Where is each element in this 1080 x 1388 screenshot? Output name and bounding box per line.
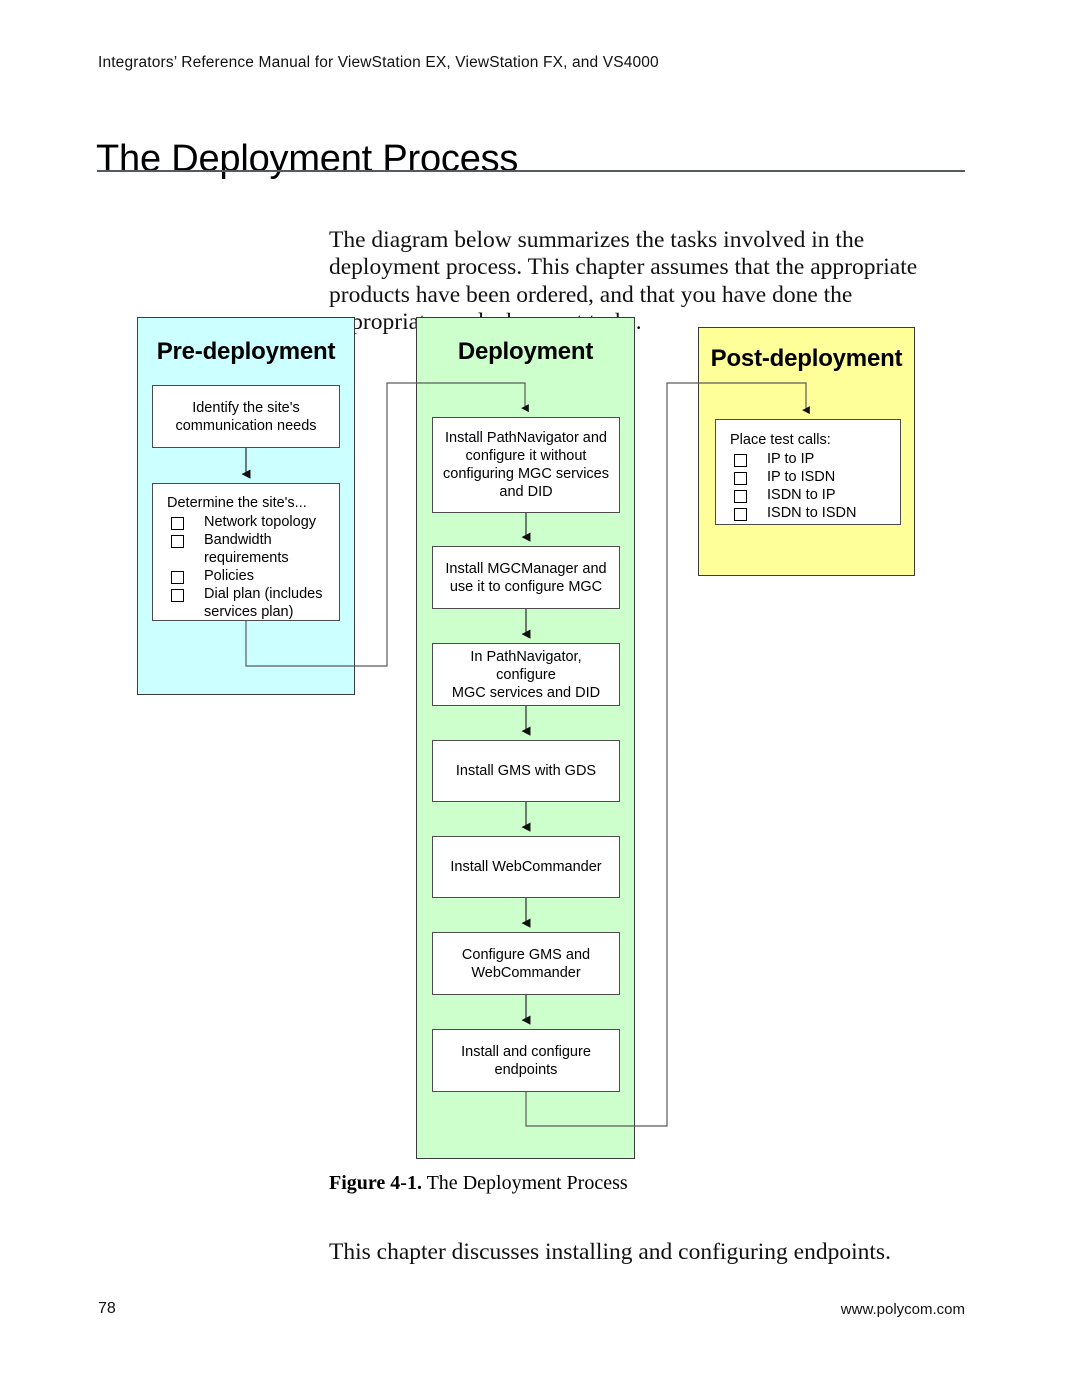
box-line: Install MGCManager and: [445, 560, 607, 577]
box-place-test-calls-heading: Place test calls:: [730, 432, 831, 448]
box-line: endpoints: [494, 1061, 558, 1078]
checkbox-icon: [171, 534, 184, 548]
checkbox-icon: [734, 471, 747, 485]
box-identify-needs-line2: communication needs: [175, 417, 317, 434]
box-line: Install and configure: [461, 1043, 591, 1060]
footer-page-number: 78: [98, 1300, 116, 1317]
box-line: WebCommander: [471, 964, 581, 981]
checklist-item: ISDN to ISDN: [730, 504, 890, 522]
checklist-item: Policies: [167, 567, 329, 585]
box-line: and DID: [499, 484, 553, 500]
box-determine-site: Determine the site's... Network topology…: [152, 483, 340, 621]
box-identify-needs-line1: Identify the site's: [192, 399, 300, 416]
closing-paragraph: This chapter discusses installing and co…: [329, 1238, 891, 1265]
checklist-item-label: IP to IP: [767, 451, 815, 467]
box-install-gms: Install GMS with GDS: [432, 740, 620, 802]
box-line: Configure GMS and: [461, 946, 591, 963]
box-configure-mgc-services: In PathNavigator, configure MGC services…: [432, 643, 620, 706]
box-install-endpoints: Install and configure endpoints: [432, 1029, 620, 1092]
checklist-item: IP to IP: [730, 450, 890, 468]
panel-post-deployment-title: Post-deployment: [710, 345, 903, 372]
box-identify-needs: Identify the site's communication needs: [152, 385, 340, 448]
checklist-item-label: Dial plan (includes services plan): [204, 586, 323, 620]
checkbox-icon: [171, 516, 184, 530]
box-determine-site-heading: Determine the site's...: [167, 495, 307, 511]
checkbox-icon: [171, 570, 184, 584]
figure-caption: Figure 4-1. The Deployment Process: [329, 1172, 628, 1195]
checklist-item: Network topology: [167, 513, 329, 531]
checkbox-icon: [734, 507, 747, 521]
box-line: use it to configure MGC: [449, 578, 603, 595]
panel-pre-deployment-title: Pre-deployment: [156, 338, 336, 365]
checklist-item-label: ISDN to IP: [767, 487, 836, 503]
checklist-item-label: ISDN to ISDN: [767, 505, 857, 521]
checkbox-icon: [734, 489, 747, 503]
checkbox-icon: [171, 588, 184, 602]
box-configure-gms-webcommander: Configure GMS and WebCommander: [432, 932, 620, 995]
checklist-item-label: IP to ISDN: [767, 469, 836, 485]
box-install-pathnavigator: Install PathNavigator and configure it w…: [432, 417, 620, 513]
panel-deployment-title: Deployment: [457, 338, 594, 365]
figure-caption-text: The Deployment Process: [426, 1172, 628, 1194]
box-line: In PathNavigator, configure: [470, 648, 582, 683]
box-line: configuring MGC services: [443, 466, 609, 482]
box-line: configure it without: [465, 448, 587, 464]
checklist-item-label: Bandwidth requirements: [204, 532, 289, 566]
footer-website: www.polycom.com: [840, 1301, 965, 1318]
figure-caption-number: Figure 4-1.: [329, 1172, 422, 1194]
checklist-item: Dial plan (includes services plan): [167, 585, 329, 621]
box-line: Install PathNavigator and: [444, 430, 607, 446]
box-install-mgcmanager: Install MGCManager and use it to configu…: [432, 546, 620, 609]
box-line: MGC services and DID: [451, 684, 601, 701]
checklist-item: IP to ISDN: [730, 468, 890, 486]
checklist-item-label: Policies: [204, 568, 254, 584]
box-place-test-calls: Place test calls: IP to IP IP to ISDN IS…: [715, 419, 901, 525]
checkbox-icon: [734, 453, 747, 467]
checklist-item: ISDN to IP: [730, 486, 890, 504]
checklist-item: Bandwidth requirements: [167, 531, 329, 567]
checklist-item-label: Network topology: [204, 514, 317, 530]
box-install-webcommander: Install WebCommander: [432, 836, 620, 898]
